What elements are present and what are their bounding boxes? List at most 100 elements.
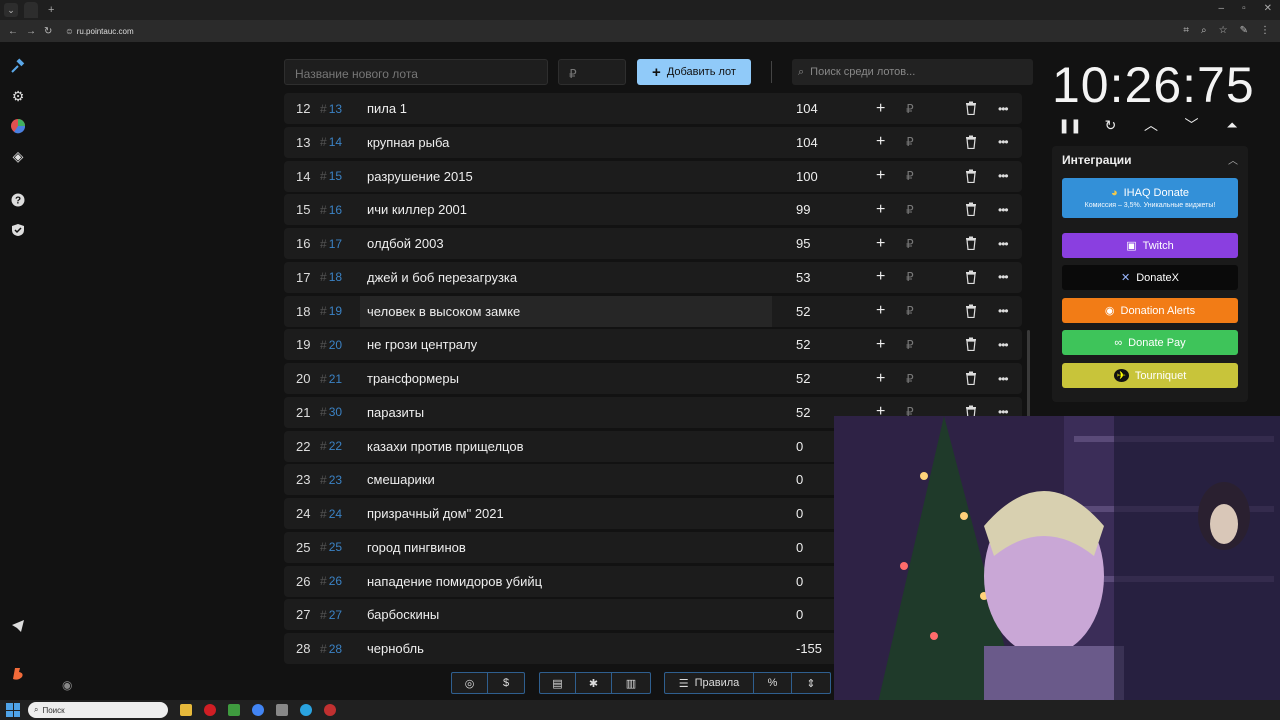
- lot-id[interactable]: #22: [320, 439, 342, 453]
- lot-id[interactable]: #17: [320, 237, 342, 251]
- lot-id[interactable]: #27: [320, 608, 342, 622]
- add-amount-icon[interactable]: +: [876, 268, 885, 286]
- more-options-icon[interactable]: •••: [998, 237, 1009, 251]
- lot-name[interactable]: город пингвинов: [360, 532, 772, 563]
- more-options-icon[interactable]: •••: [998, 135, 1009, 149]
- lot-id[interactable]: #18: [320, 270, 342, 284]
- lot-id[interactable]: #15: [320, 169, 342, 183]
- trash-icon[interactable]: [965, 337, 977, 352]
- lot-name[interactable]: не грози централу: [360, 329, 772, 360]
- obs-icon[interactable]: [324, 704, 336, 716]
- lot-row[interactable]: 18 #19 человек в высоком замке 52 + ₽ •••: [284, 295, 1022, 327]
- donation-alerts-button[interactable]: ◉ Donation Alerts: [1062, 298, 1238, 323]
- more-options-icon[interactable]: •••: [998, 372, 1009, 386]
- lot-row[interactable]: 16 #17 олдбой 2003 95 + ₽ •••: [284, 228, 1022, 259]
- lot-name[interactable]: призрачный дом" 2021: [360, 498, 772, 529]
- forward-icon[interactable]: →: [26, 26, 36, 37]
- lot-id[interactable]: #16: [320, 203, 342, 217]
- zoom-icon[interactable]: ⌕: [1201, 25, 1207, 36]
- minimize-icon[interactable]: –: [1219, 3, 1225, 14]
- opera-icon[interactable]: [204, 704, 216, 716]
- more-options-icon[interactable]: •••: [998, 203, 1009, 217]
- lot-id[interactable]: #21: [320, 372, 342, 386]
- twitch-button[interactable]: ▣ Twitch: [1062, 233, 1238, 258]
- lot-name[interactable]: ичи киллер 2001: [360, 194, 772, 225]
- trash-icon[interactable]: [965, 202, 977, 217]
- lot-id[interactable]: #24: [320, 507, 342, 521]
- ruble-icon[interactable]: ₽: [906, 304, 914, 318]
- new-lot-input[interactable]: Название нового лота: [284, 59, 548, 85]
- lot-name[interactable]: человек в высоком замке: [360, 295, 772, 327]
- lot-name[interactable]: пила 1: [360, 93, 772, 124]
- save-icon[interactable]: ▤: [540, 673, 576, 693]
- lot-id[interactable]: #13: [320, 102, 342, 116]
- tourniquet-button[interactable]: ✈ Tourniquet: [1062, 363, 1238, 388]
- lot-name[interactable]: смешарики: [360, 464, 772, 495]
- double-up-icon[interactable]: ⏶: [1220, 117, 1244, 134]
- add-amount-icon[interactable]: +: [876, 370, 885, 388]
- layers-icon[interactable]: ◈: [10, 148, 26, 164]
- settings-gear-icon[interactable]: ⚙: [10, 88, 26, 104]
- lot-row[interactable]: 12 #13 пила 1 104 + ₽ •••: [284, 93, 1022, 124]
- back-icon[interactable]: ←: [8, 26, 18, 37]
- lot-name[interactable]: паразиты: [360, 397, 772, 428]
- boosty-icon[interactable]: [10, 666, 26, 682]
- delete-all-icon[interactable]: ▥: [612, 673, 650, 693]
- tab-search-button[interactable]: ⌄: [4, 3, 18, 17]
- lot-name[interactable]: крупная рыба: [360, 127, 772, 158]
- list-scrollbar[interactable]: [1027, 330, 1030, 420]
- add-amount-icon[interactable]: +: [876, 100, 885, 118]
- lot-id[interactable]: #25: [320, 540, 342, 554]
- trash-icon[interactable]: [965, 270, 977, 284]
- chrome-active-icon[interactable]: [276, 704, 288, 716]
- lot-name[interactable]: казахи против прищелцов: [360, 431, 772, 462]
- add-amount-icon[interactable]: +: [876, 201, 885, 219]
- trash-icon[interactable]: [965, 304, 977, 318]
- lot-id[interactable]: #20: [320, 338, 342, 352]
- lot-id[interactable]: #30: [320, 405, 342, 419]
- xbox-icon[interactable]: [228, 704, 240, 716]
- ruble-icon[interactable]: ₽: [906, 135, 914, 149]
- add-amount-icon[interactable]: +: [876, 167, 885, 185]
- taskbar-search[interactable]: ⌕ Поиск: [28, 702, 168, 718]
- site-info-icon[interactable]: ⊜: [66, 27, 73, 36]
- more-options-icon[interactable]: •••: [998, 169, 1009, 183]
- translate-icon[interactable]: ⌗: [1183, 25, 1189, 36]
- lot-row[interactable]: 19 #20 не грози централу 52 + ₽ •••: [284, 329, 1022, 361]
- ihaq-donate-button[interactable]: ◕ IHAQ Donate Комиссия – 3,5%. Уникальные…: [1062, 178, 1238, 218]
- donate-pay-button[interactable]: ∞ Donate Pay: [1062, 330, 1238, 355]
- ruble-icon[interactable]: ₽: [906, 203, 914, 217]
- help-icon[interactable]: ?: [10, 192, 26, 208]
- lot-name[interactable]: джей и боб перезагрузка: [360, 262, 772, 293]
- active-tab[interactable]: [24, 2, 38, 18]
- auction-gavel-icon[interactable]: [10, 58, 26, 74]
- url-field[interactable]: ⊜ ru.pointauc.com: [66, 27, 134, 36]
- reload-icon[interactable]: ↻: [44, 26, 54, 37]
- lot-name[interactable]: трансформеры: [360, 363, 772, 394]
- browser-menu-icon[interactable]: ⋮: [1260, 25, 1270, 36]
- extensions-icon[interactable]: ✎: [1240, 25, 1248, 36]
- trash-icon[interactable]: [965, 371, 977, 386]
- split-icon[interactable]: ⇕: [792, 673, 830, 693]
- add-time-icon[interactable]: ︿: [1139, 115, 1163, 135]
- lot-name[interactable]: барбоскины: [360, 599, 772, 630]
- lot-id[interactable]: #28: [320, 642, 342, 656]
- subtract-time-icon[interactable]: ﹀: [1180, 115, 1204, 135]
- lot-name[interactable]: чернобль: [360, 633, 772, 664]
- bookmark-star-icon[interactable]: ☆: [1219, 25, 1228, 36]
- lot-row[interactable]: 15 #16 ичи киллер 2001 99 + ₽ •••: [284, 194, 1022, 226]
- add-amount-icon[interactable]: +: [876, 302, 885, 320]
- percent-icon[interactable]: %: [754, 673, 792, 693]
- trash-icon[interactable]: [965, 135, 977, 149]
- lot-row[interactable]: 13 #14 крупная рыба 104 + ₽ •••: [284, 126, 1022, 158]
- ruble-icon[interactable]: ₽: [906, 102, 914, 116]
- more-options-icon[interactable]: •••: [998, 270, 1009, 284]
- visibility-eye-icon[interactable]: ◉: [62, 678, 72, 692]
- maximize-icon[interactable]: ▫: [1242, 3, 1246, 14]
- github-icon[interactable]: ◎: [452, 673, 488, 693]
- trash-icon[interactable]: [965, 169, 977, 183]
- ruble-icon[interactable]: ₽: [906, 237, 914, 251]
- trash-icon[interactable]: [965, 236, 977, 251]
- telegram-icon[interactable]: [10, 618, 26, 634]
- lot-id[interactable]: #19: [320, 304, 342, 318]
